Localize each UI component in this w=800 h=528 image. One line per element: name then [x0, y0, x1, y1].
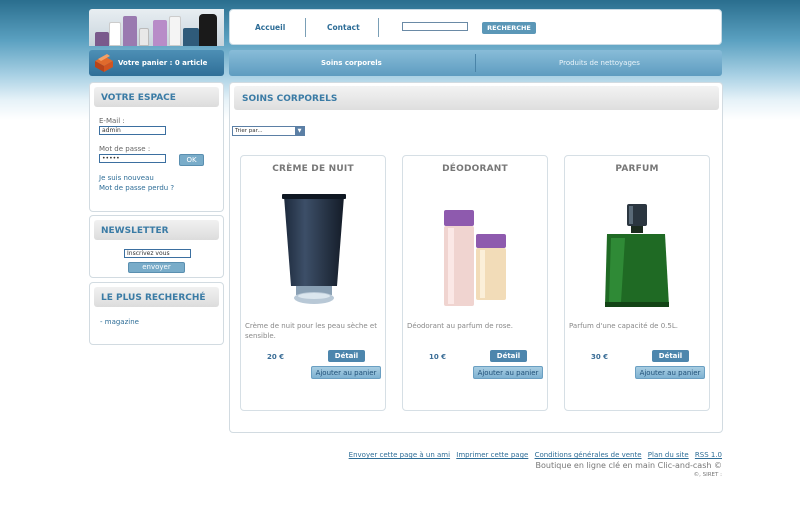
popular-title: LE PLUS RECHERCHÉ — [94, 287, 219, 307]
cart-summary: Votre panier : 0 article — [118, 59, 208, 67]
product-detail-button[interactable]: Détail — [652, 350, 689, 362]
product-description: Déodorant au parfum de rose. — [407, 322, 513, 330]
category-bar: Soins corporels Produits de nettoyages — [229, 50, 722, 76]
product-card: DÉODORANT Déodorant au parfum de rose. 1… — [402, 155, 548, 411]
newsletter-panel: NEWSLETTER Inscrivez vous envoyer — [89, 215, 224, 278]
footer-link-rss[interactable]: RSS 1.0 — [695, 451, 722, 459]
add-to-cart-button[interactable]: Ajouter au panier — [635, 366, 705, 379]
product-image-perfume — [605, 204, 669, 307]
cart-box-icon — [95, 54, 113, 72]
product-image-cream-tube — [282, 194, 346, 304]
footer-link-terms[interactable]: Conditions générales de vente — [535, 451, 642, 459]
product-bottle-image — [199, 14, 217, 46]
product-bottle-image — [109, 22, 121, 46]
product-description: Crème de nuit pour les peau sèche et sen… — [245, 322, 377, 340]
search-button[interactable]: RECHERCHE — [482, 22, 536, 34]
add-to-cart-button[interactable]: Ajouter au panier — [473, 366, 543, 379]
page-title: SOINS CORPORELS — [234, 86, 719, 110]
login-ok-button[interactable]: OK — [179, 154, 204, 166]
account-panel: VOTRE ESPACE E-Mail : admin Mot de passe… — [89, 82, 224, 212]
nav-divider — [378, 18, 379, 37]
email-label: E-Mail : — [99, 117, 125, 125]
product-detail-button[interactable]: Détail — [328, 350, 365, 362]
product-bottle-image — [139, 28, 149, 46]
footer-links: Envoyer cette page à un ami Imprimer cet… — [345, 451, 722, 459]
nav-divider — [305, 18, 306, 37]
popular-panel: LE PLUS RECHERCHÉ - magazine — [89, 282, 224, 345]
category-divider — [475, 54, 476, 72]
newsletter-submit-button[interactable]: envoyer — [128, 262, 185, 273]
product-price: 20 € — [267, 353, 285, 361]
footer-link-sitemap[interactable]: Plan du site — [648, 451, 689, 459]
sort-select[interactable]: Trier par... ▼ — [232, 126, 305, 136]
product-bottle-image — [183, 28, 199, 46]
footer-link-send-friend[interactable]: Envoyer cette page à un ami — [349, 451, 450, 459]
chevron-down-icon: ▼ — [295, 127, 304, 135]
nav-link-accueil[interactable]: Accueil — [255, 23, 285, 32]
product-bottle-image — [123, 16, 137, 46]
product-description: Parfum d'une capacité de 0.5L. — [569, 322, 678, 330]
category-soins-corporels[interactable]: Soins corporels — [321, 59, 382, 67]
product-bottle-image — [153, 20, 167, 46]
forgot-password-link[interactable]: Mot de passe perdu ? — [99, 184, 174, 192]
register-link[interactable]: Je suis nouveau — [99, 174, 154, 182]
popular-item-link[interactable]: - magazine — [100, 318, 139, 326]
email-field[interactable]: admin — [99, 126, 166, 135]
product-price: 30 € — [591, 353, 609, 361]
product-card: PARFUM Parfum d'une capacité de 0.5L. 30… — [564, 155, 710, 411]
product-price: 10 € — [429, 353, 447, 361]
product-bottle-image — [169, 16, 181, 46]
footer-siret: ©, SIRET : — [693, 472, 722, 478]
password-field[interactable]: ••••• — [99, 154, 166, 163]
main-content: SOINS CORPORELS Trier par... ▼ CRÈME DE … — [229, 82, 723, 433]
newsletter-email-input[interactable]: Inscrivez vous — [124, 249, 191, 258]
product-detail-button[interactable]: Détail — [490, 350, 527, 362]
cart-bar[interactable]: Votre panier : 0 article — [89, 50, 224, 76]
product-name: PARFUM — [615, 164, 659, 174]
product-name: DÉODORANT — [442, 164, 508, 174]
shop-logo-banner — [89, 9, 224, 46]
newsletter-title: NEWSLETTER — [94, 220, 219, 240]
password-label: Mot de passe : — [99, 145, 151, 153]
top-navigation: Accueil Contact RECHERCHE — [229, 9, 722, 45]
search-input[interactable] — [402, 22, 468, 31]
footer-credit: Boutique en ligne clé en main Clic-and-c… — [535, 461, 722, 470]
account-panel-title: VOTRE ESPACE — [94, 87, 219, 107]
product-name: CRÈME DE NUIT — [272, 164, 354, 174]
sort-select-value: Trier par... — [235, 128, 263, 134]
product-card: CRÈME DE NUIT Crème de nuit pour les pea… — [240, 155, 386, 411]
nav-link-contact[interactable]: Contact — [327, 23, 360, 32]
category-produits-nettoyages[interactable]: Produits de nettoyages — [559, 59, 640, 67]
product-bottle-image — [95, 32, 109, 46]
footer-link-print[interactable]: Imprimer cette page — [456, 451, 528, 459]
product-image-deodorant — [444, 210, 506, 306]
add-to-cart-button[interactable]: Ajouter au panier — [311, 366, 381, 379]
